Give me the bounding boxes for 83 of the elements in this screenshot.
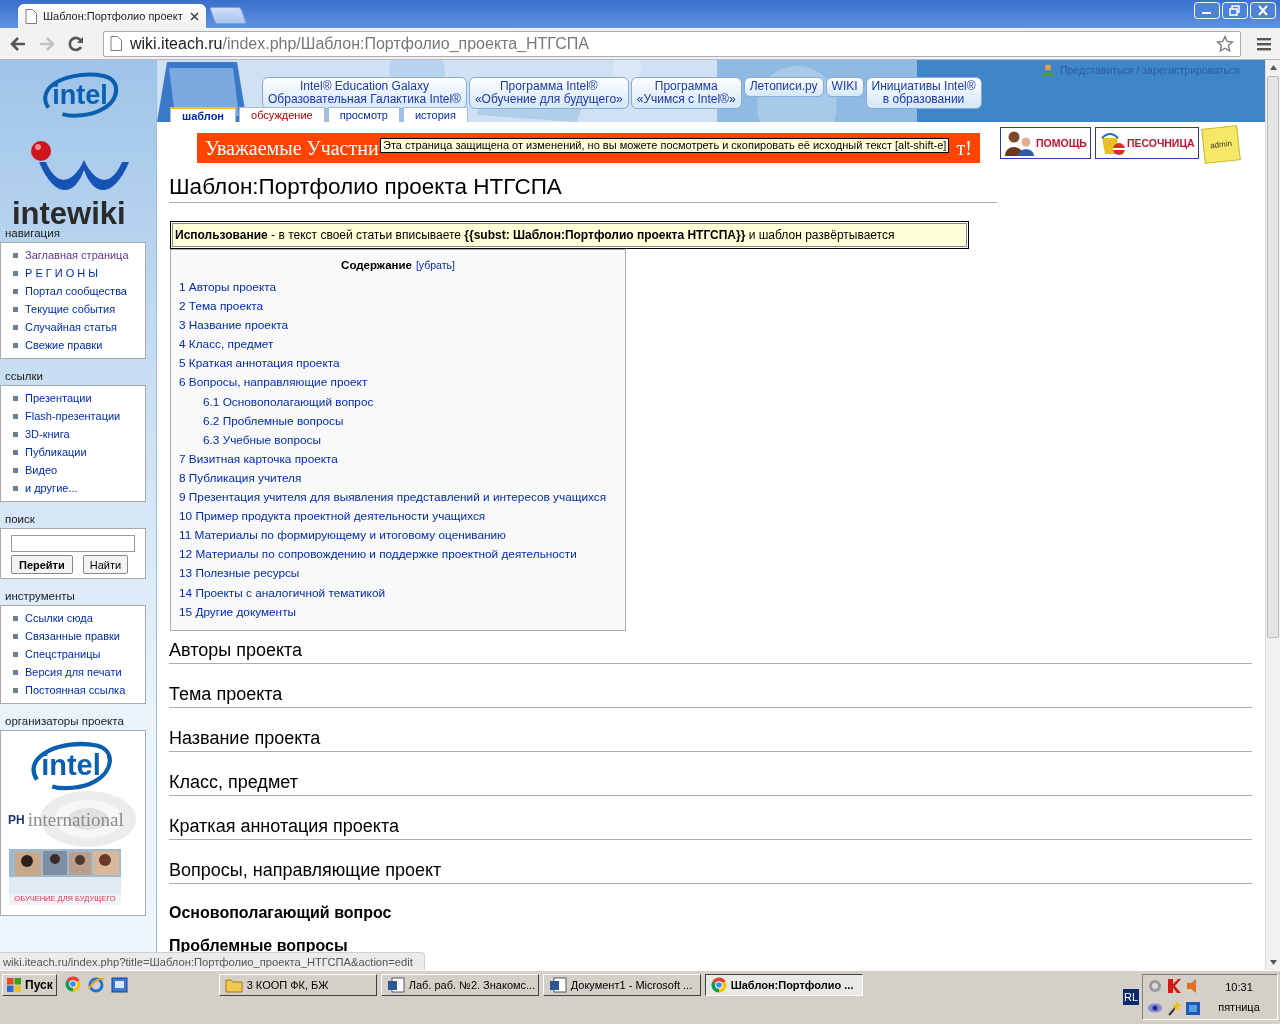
sidebar-link[interactable]: Случайная статья [25, 321, 118, 333]
taskbar-button[interactable]: Лаб. раб. №2. Знакомс... [380, 974, 539, 996]
ph-logo-text: international [27, 809, 124, 831]
page-tab[interactable]: обсуждение [239, 107, 325, 122]
toc-link[interactable]: 8 Публикация учителя [179, 470, 302, 485]
toc-link[interactable]: 6.2 Проблемные вопросы [203, 413, 344, 428]
toc-link[interactable]: 12 Материалы по сопровождению и поддержке проектной деятельности [179, 547, 577, 562]
clock-time: 10:31 [1225, 981, 1253, 993]
browser-tab[interactable]: Шаблон:Портфолио проект [18, 4, 206, 28]
section-heading: ссылки [4, 369, 44, 384]
admin-note[interactable]: admin [1200, 125, 1241, 164]
toc-link[interactable]: 6.3 Учебные вопросы [203, 432, 321, 447]
intel-logo: intel [28, 737, 114, 795]
sidebar-link[interactable]: Связанные правки [25, 630, 120, 642]
address-field[interactable]: wiki.iteach.ru/index.php/Шаблон:Портфолио_проекта_НТГСПА [103, 30, 1241, 57]
taskbar-button[interactable]: 3 КООП ФК, БЖ [218, 974, 377, 996]
section-heading: Вопросы, направляющие проект [169, 839, 1252, 884]
toc-link[interactable]: 6 Вопросы, направляющие проект [179, 375, 368, 390]
toc-link[interactable]: 4 Класс, предмет [179, 337, 274, 352]
section-heading: Класс, предмет [169, 751, 1252, 796]
banner-text: т! [956, 136, 972, 160]
section-heading: Тема проекта [169, 663, 1252, 708]
toc-link[interactable]: 5 Краткая аннотация проекта [179, 356, 340, 371]
sidebar-link[interactable]: Постоянная ссылка [25, 684, 126, 696]
sidebar-link[interactable]: Текущие события [25, 303, 116, 315]
banner-text: Уважаемые Участни [205, 136, 379, 160]
subsection-heading: Основополагающий вопрос [169, 902, 393, 923]
page-tab[interactable]: просмотр [327, 107, 400, 122]
start-button[interactable]: Пуск [2, 974, 57, 996]
nav-button[interactable]: WIKI [825, 77, 864, 97]
toc-link[interactable]: 6.1 Основополагающий вопрос [203, 394, 374, 409]
ph-logo-text: PH [8, 813, 25, 827]
toc-link[interactable]: 7 Визитная карточка проекта [179, 451, 338, 466]
page-title: Шаблон:Портфолио проекта НТГСПА [169, 173, 997, 203]
nav-button[interactable]: Программа «Учимся с Intel®» [630, 77, 742, 109]
nav-button[interactable]: Программа Intel® «Обучение для будущего» [468, 77, 629, 109]
toc-link[interactable]: 3 Название проекта [179, 318, 289, 333]
usage-note: Использование - в текст своей статьи вписываете {{subst: Шаблон:Портфолио проекта НТГСПА}} и шаблон развёртывается [172, 223, 967, 247]
toc-link[interactable]: 9 Презентация учителя для выявления представлений и интересов учащихся [179, 490, 607, 505]
sidebar-link[interactable]: Ссылки сюда [25, 612, 93, 624]
section-heading: инструменты [4, 589, 76, 604]
sidebar-link[interactable]: Портал сообщества [25, 285, 127, 297]
section-heading: Название проекта [169, 707, 1252, 752]
toc-link[interactable]: 15 Другие документы [179, 604, 297, 619]
sandbox-button[interactable]: ПЕСОЧНИЦА [1094, 127, 1199, 159]
sidebar-link[interactable]: 3D-книга [25, 428, 70, 440]
sidebar-link[interactable]: и другие... [25, 482, 78, 494]
sidebar-link[interactable]: Свежие правки [25, 339, 103, 351]
page-tab[interactable]: история [402, 107, 468, 122]
intel-logo: intel [40, 68, 120, 122]
clock-day: пятница [1218, 1001, 1260, 1013]
sidebar-link[interactable]: Версия для печати [25, 666, 122, 678]
sidebar-link[interactable]: Flash-презентации [25, 410, 121, 422]
search-button[interactable]: Перейти [11, 555, 73, 574]
section-heading: Краткая аннотация проекта [169, 795, 1252, 840]
sidebar-link[interactable]: Видео [25, 464, 58, 476]
sidebar-link[interactable]: Спецстраницы [25, 648, 101, 660]
nav-button[interactable]: Летописи.ру [743, 77, 824, 97]
toc-link[interactable]: 14 Проекты с аналогичной тематикой [179, 585, 386, 600]
toc-title: Содержание [341, 259, 412, 271]
section-heading: Авторы проекта [169, 630, 1252, 664]
section-heading: организаторы проекта [4, 714, 125, 729]
toc-link[interactable]: 1 Авторы проекта [179, 280, 277, 294]
sidebar-link[interactable]: Заглавная страница [25, 249, 129, 261]
status-url: wiki.iteach.ru/index.php?title=Шаблон:Портфолио_проекта_НТГСПА&action=edit [0, 952, 425, 970]
help-button[interactable]: ПОМОЩЬ [1000, 127, 1091, 159]
section-heading: поиск [4, 512, 36, 527]
sidebar-link[interactable]: Публикации [25, 446, 87, 458]
toc-toggle-link[interactable]: [убрать] [415, 259, 455, 271]
nav-button[interactable]: Intel® Education Galaxy Образовательная Галактика Intel® [262, 77, 467, 109]
search-button[interactable]: Найти [82, 555, 129, 574]
toc-link[interactable]: 11 Материалы по формирующему и итоговому оцениванию [179, 528, 506, 543]
sidebar-link[interactable]: Р Е Г И О Н Ы [25, 267, 99, 279]
page-tab[interactable]: шаблон [170, 107, 236, 122]
toc-link[interactable]: 2 Тема проекта [179, 299, 264, 314]
toc-link[interactable]: 13 Полезные ресурсы [179, 566, 300, 581]
nav-button[interactable]: Инициативы Intel® в образовании [865, 77, 982, 109]
taskbar-button[interactable]: Документ1 - Microsoft ... [542, 974, 701, 996]
language-indicator[interactable]: RL [1122, 989, 1139, 1005]
toc-link[interactable]: 10 Пример продукта проектной деятельности учащихся [179, 509, 486, 524]
sidebar-link[interactable]: Презентации [25, 392, 92, 404]
taskbar-button[interactable]: Шаблон:Портфолио ... [704, 974, 863, 996]
tooltip: Эта страница защищена от изменений, но вы можете посмотреть и скопировать её исходный текст [alt-shift-e] [380, 138, 950, 153]
